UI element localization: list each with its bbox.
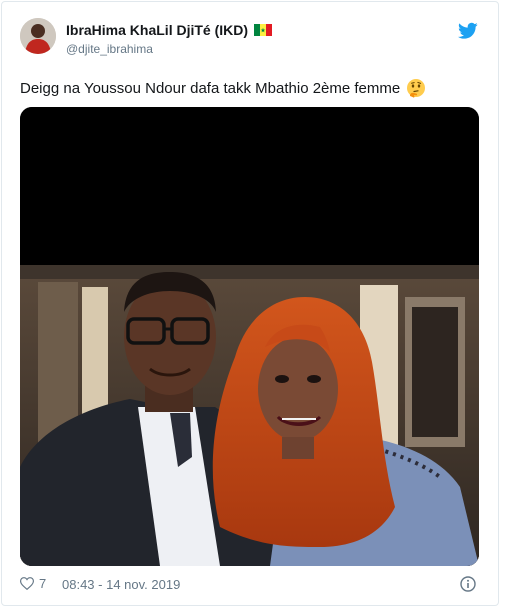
- author-name-row: IbraHima KhaLil DjiTé (IKD): [66, 22, 273, 38]
- tweet-photo[interactable]: [20, 107, 479, 566]
- heart-icon: [20, 577, 34, 590]
- info-icon[interactable]: [460, 576, 476, 592]
- author-handle[interactable]: @djite_ibrahima: [66, 42, 153, 56]
- author-display-name[interactable]: IbraHima KhaLil DjiTé (IKD): [66, 22, 248, 38]
- tweet-text: Deigg na Youssou Ndour dafa takk Mbathio…: [20, 79, 401, 97]
- twitter-bird-icon[interactable]: [458, 22, 478, 40]
- senegal-flag-icon: [254, 24, 273, 36]
- like-count: 7: [39, 576, 47, 591]
- tweet-timestamp[interactable]: 08:43 - 14 nov. 2019: [62, 577, 180, 592]
- tweet-card: IbraHima KhaLil DjiTé (IKD) @djite_ibrah…: [1, 1, 499, 606]
- thinking-face-emoji: [407, 79, 426, 98]
- like-button[interactable]: 7: [20, 576, 46, 591]
- tweet-text-row: Deigg na Youssou Ndour dafa takk Mbathio…: [20, 78, 426, 98]
- tweet-footer: 7 08:43 - 14 nov. 2019: [20, 574, 480, 594]
- photo-image: [20, 107, 479, 566]
- avatar[interactable]: [20, 18, 56, 54]
